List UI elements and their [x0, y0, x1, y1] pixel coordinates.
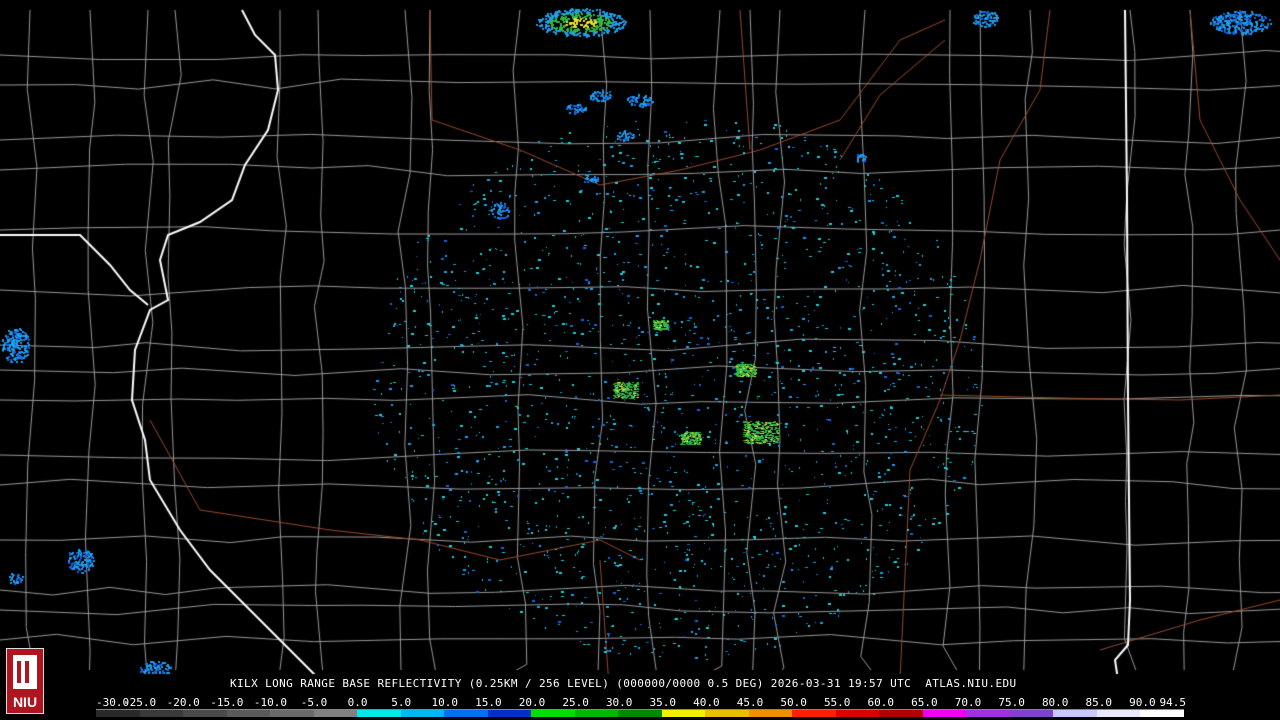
colorbar-segment	[270, 710, 314, 717]
scale-tick-label: -10.0	[253, 696, 287, 709]
colorbar-segment	[226, 710, 271, 717]
scale-tick-label: 75.0	[998, 696, 1025, 709]
colorbar-segment	[1096, 710, 1141, 717]
colorbar-segment	[661, 710, 706, 717]
scale-tick-label: 10.0	[431, 696, 459, 709]
colorbar-segment	[183, 710, 227, 717]
product-caption: KILX LONG RANGE BASE REFLECTIVITY (0.25K…	[230, 677, 1017, 690]
scale-tick-label: -15.0	[210, 696, 244, 709]
scale-tick-label: 20.0	[518, 696, 546, 709]
scale-tick-label: -20.0	[166, 696, 200, 709]
scale-tick-label: 40.0	[693, 696, 720, 709]
scale-tick-label: 5.0	[391, 696, 412, 709]
colorbar-segment	[313, 710, 358, 717]
colorbar-segment	[574, 710, 619, 717]
colorbar-segment	[618, 710, 662, 717]
scale-tick-label: 70.0	[954, 696, 982, 709]
reflectivity-scale-labels: -30.0 -25.0 -20.0 -15.0 -10.0 -5.0 0.0 5.0 10.0 1…	[96, 696, 1187, 709]
colorbar-segment	[139, 710, 184, 717]
colorbar-segment	[748, 710, 793, 717]
colorbar-segment	[1140, 710, 1184, 717]
colorbar-segment	[96, 710, 140, 717]
scale-tick-label: 0.0	[347, 696, 368, 709]
scale-tick-label: 60.0	[867, 696, 895, 709]
colorbar-segment	[705, 710, 749, 717]
scale-tick-label: 15.0	[475, 696, 502, 709]
scale-tick-label: 80.0	[1041, 696, 1069, 709]
colorbar-segment	[835, 710, 880, 717]
scale-tick-label: 30.0	[605, 696, 633, 709]
niu-logo-text: NIU	[12, 694, 38, 710]
colorbar-segment	[444, 710, 488, 717]
colorbar-segment	[531, 710, 575, 717]
scale-tick-label: 55.0	[823, 696, 851, 709]
reflectivity-colorbar	[96, 709, 1184, 717]
scale-tick-label: -25.0	[123, 696, 157, 709]
scale-tick-label: 50.0	[780, 696, 807, 709]
colorbar-segment	[879, 710, 923, 717]
colorbar-segment	[400, 710, 445, 717]
scale-tick-label: 94.5	[1159, 696, 1187, 709]
colorbar-segment	[487, 710, 532, 717]
scale-tick-label: 25.0	[562, 696, 589, 709]
colorbar-segment	[1053, 710, 1097, 717]
scale-tick-label: 45.0	[736, 696, 764, 709]
colorbar-segment	[1009, 710, 1054, 717]
scale-tick-label: 90.0	[1129, 696, 1156, 709]
niu-logo: NIU	[6, 648, 44, 714]
scale-tick-label: -5.0	[300, 696, 328, 709]
radar-map	[0, 0, 1280, 720]
scale-tick-label: 85.0	[1085, 696, 1113, 709]
colorbar-segment	[922, 710, 967, 717]
colorbar-segment	[966, 710, 1010, 717]
colorbar-segment	[792, 710, 836, 717]
colorbar-segment	[357, 710, 401, 717]
scale-tick-label: 65.0	[911, 696, 938, 709]
niu-tower-logo-icon	[13, 655, 37, 689]
scale-tick-label: 35.0	[649, 696, 677, 709]
